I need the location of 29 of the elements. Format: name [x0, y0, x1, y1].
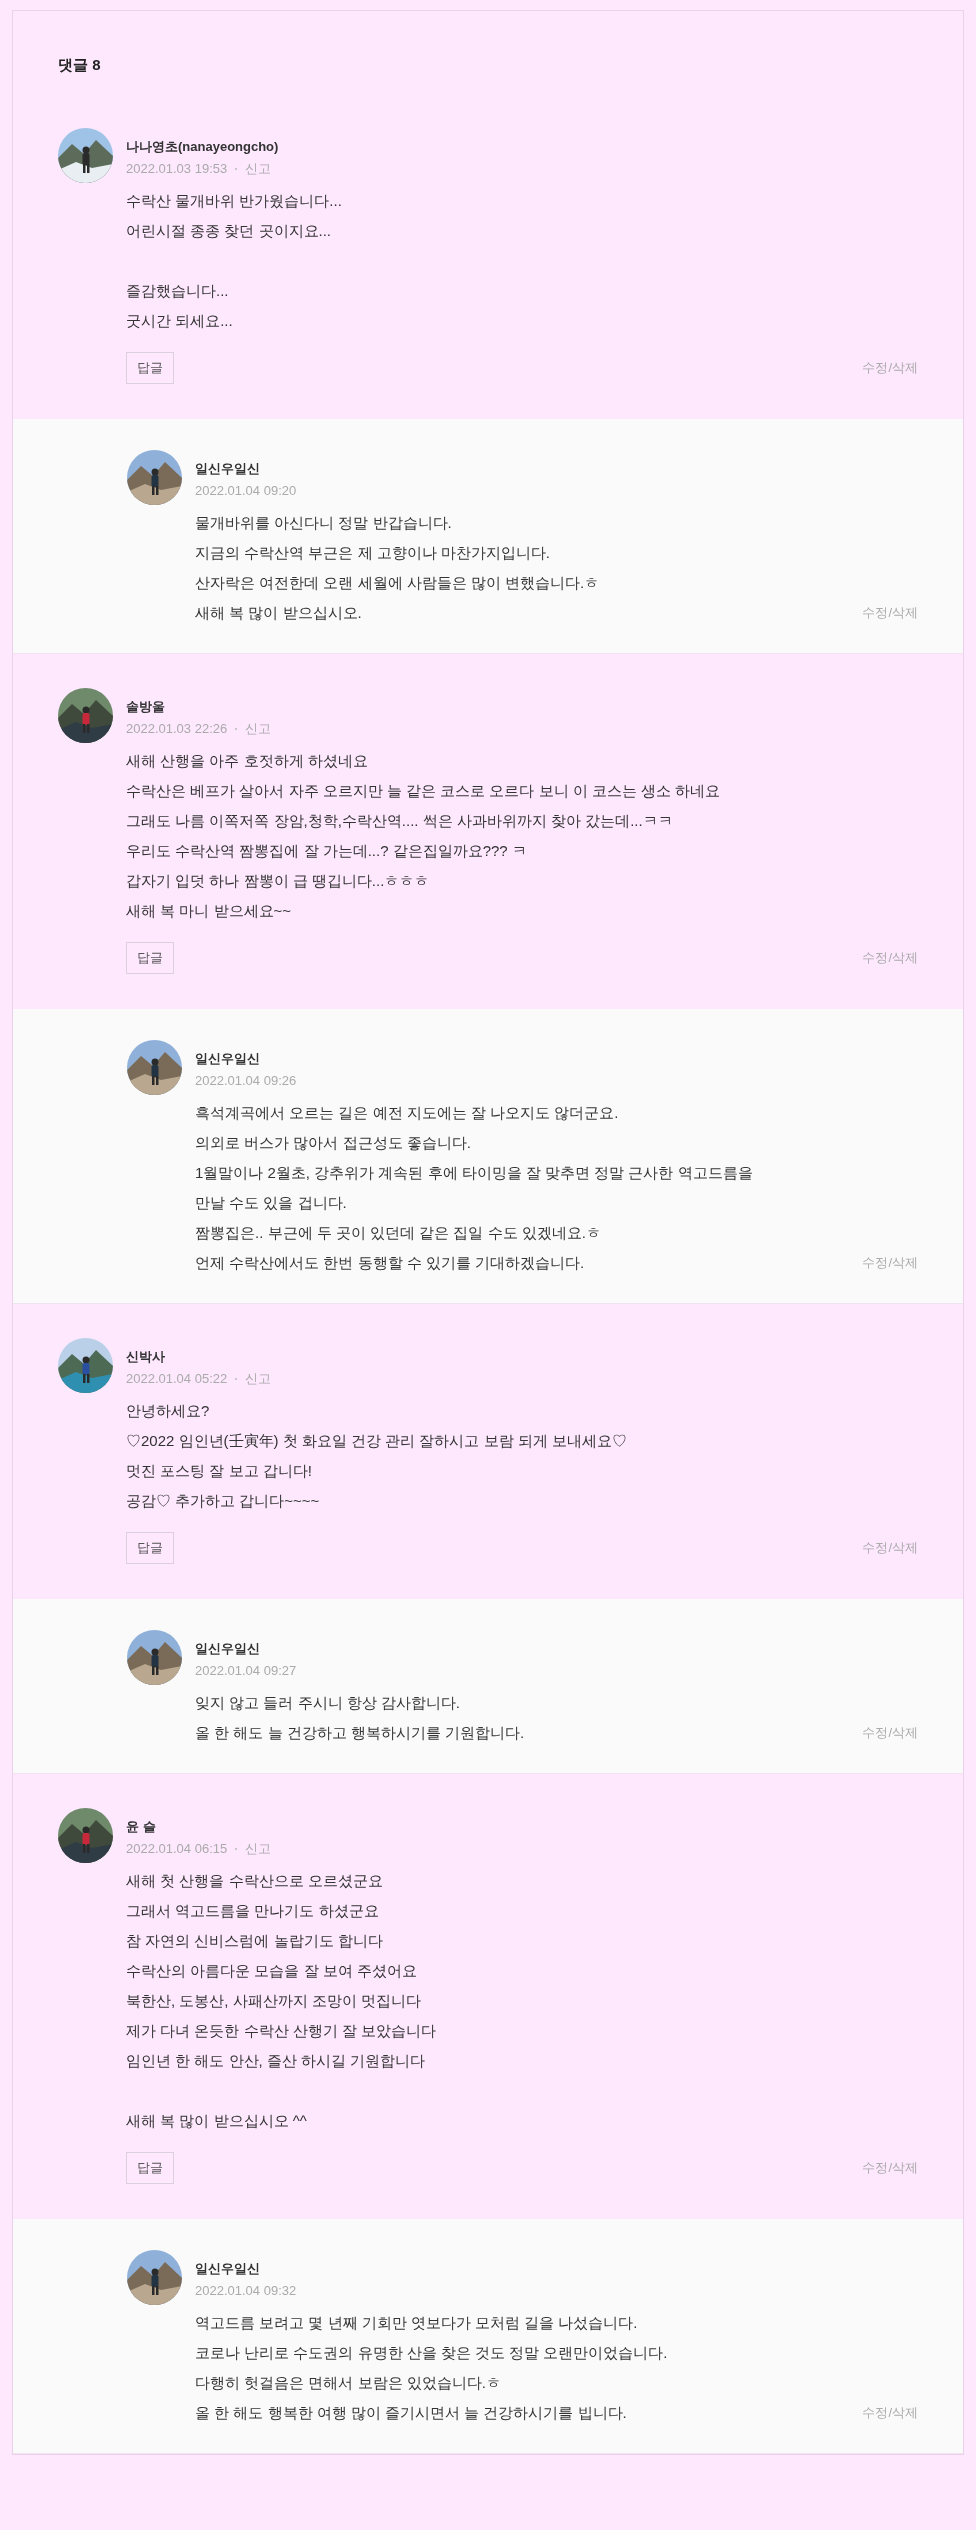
comment-date: 2022.01.04 09:20 — [195, 481, 297, 500]
comment-date: 2022.01.04 09:27 — [195, 1661, 297, 1680]
author-name[interactable]: 일신우일신 — [195, 460, 260, 478]
comment-date: 2022.01.04 09:32 — [195, 2281, 297, 2300]
comment-date: 2022.01.03 19:53 — [126, 159, 228, 178]
author-name[interactable]: 신박사 — [126, 1348, 165, 1366]
author-name[interactable]: 솔방울 — [126, 698, 165, 716]
author-name[interactable]: 일신우일신 — [195, 1640, 260, 1658]
comment-text: 역고드름 보려고 몇 년째 기회만 엿보다가 모처럼 길을 나섰습니다. 코로나 난리로 수도권의 유명한 산을 찾은 것도 정말 오랜만이었습니다. 다행히 헛걸음은 면해서 보람은 있었습니다.ㅎ 올 한 해도 행복한 여행 많이 즐기시면서 늘 건강하시기를 빕니다. — [195, 2313, 668, 2423]
comment-text: 잊지 않고 들러 주시니 항상 감사합니다. 올 한 해도 늘 건강하고 행복하시기를 기원합니다. — [195, 1693, 525, 1743]
comment-text: 새해 첫 산행을 수락산으로 오르셨군요 그래서 역고드름을 만나기도 하셨군요 참 자연의 신비스럼에 놀랍기도 합니다 수락산의 아름다운 모습을 잘 보여 주셨어요 북한산, 도봉산, 사패산까지 조망이 멋집니다 제가 다녀 온듯한 수락산 산행기 잘 보았습니다 임인년 한 해도 안산, 즐산 하시길 기원합니다 새해 복 많이 받으십시오 ^^ — [126, 1871, 437, 2131]
comment-count-heading: 댓글 8 — [58, 55, 102, 75]
reply-button[interactable]: 답글 — [126, 1532, 174, 1564]
comment-date: 2022.01.04 09:26 — [195, 1071, 297, 1090]
comment-text: 안녕하세요? ♡2022 임인년(壬寅年) 첫 화요일 건강 관리 잘하시고 보람 되게 보내세요♡ 멋진 포스팅 잘 보고 갑니다! 공감♡ 추가하고 갑니다~~~~ — [126, 1401, 628, 1511]
comment-date: 2022.01.04 06:15 — [126, 1839, 228, 1858]
author-name[interactable]: 윤 슬 — [126, 1818, 156, 1836]
reply-button[interactable]: 답글 — [126, 352, 174, 384]
comment-text: 물개바위를 아신다니 정말 반갑습니다. 지금의 수락산역 부근은 제 고향이나 마찬가지입니다. 산자락은 여전한데 오랜 세월에 사람들은 많이 변했습니다.ㅎ 새해 복 많이 받으십시오. — [195, 513, 600, 623]
author-name[interactable]: 일신우일신 — [195, 1050, 260, 1068]
author-name[interactable]: 일신우일신 — [195, 2260, 260, 2278]
author-name[interactable]: 나나영초(nanayeongcho) — [126, 138, 279, 156]
reply-button[interactable]: 답글 — [126, 942, 174, 974]
reply-button[interactable]: 답글 — [126, 2152, 174, 2184]
comment-text: 새해 산행을 아주 호젓하게 하셨네요 수락산은 베프가 살아서 자주 오르지만 늘 같은 코스로 오르다 보니 이 코스는 생소 하네요 그래도 나름 이쪽저쪽 장암,청학,수락산역.... 썩은 사과바위까지 찾아 갔는데...ㅋㅋ 우리도 수락산역 짬뽕집에 잘 가는데...? 같은집일까요??? ㅋ 갑자기 입덧 하나 짬뽕이 급 땡깁니다...ㅎㅎㅎ 새해 복 마니 받으세요~~ — [126, 751, 722, 921]
comment-date: 2022.01.03 22:26 — [126, 719, 228, 738]
comment-text: 수락산 물개바위 반가웠습니다... 어린시절 종종 찾던 곳이지요... 즐감했습니다... 굿시간 되세요... — [126, 191, 343, 331]
comment-text: 흑석계곡에서 오르는 길은 예전 지도에는 잘 나오지도 않더군요. 의외로 버스가 많아서 접근성도 좋습니다. 1월말이나 2월초, 강추위가 계속된 후에 타이밍을 잘 맞추면 정말 근사한 역고드름을 만날 수도 있을 겁니다. 짬뽕집은.. 부근에 두 곳이 있던데 같은 집일 수도 있겠네요.ㅎ 언제 수락산에서도 한번 동행할 수 있기를 기대하겠습니다. — [195, 1103, 753, 1273]
comment-date: 2022.01.04 05:22 — [126, 1369, 228, 1388]
